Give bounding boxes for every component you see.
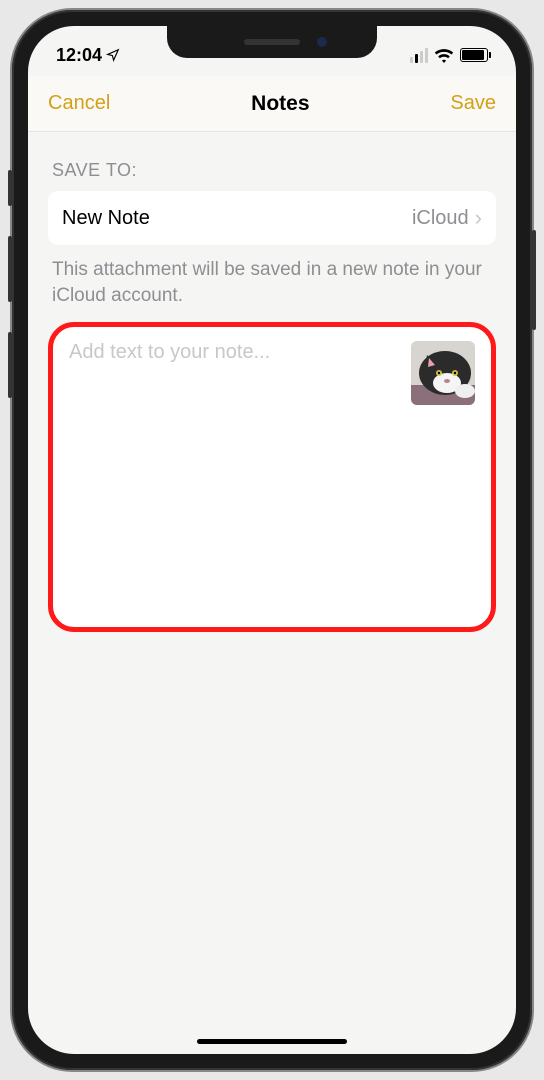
destination-description: This attachment will be saved in a new n… — [48, 257, 496, 308]
nav-title: Notes — [251, 92, 309, 116]
cellular-icon — [410, 48, 428, 63]
attachment-thumbnail[interactable] — [411, 341, 475, 405]
wifi-icon — [434, 48, 454, 63]
cancel-button[interactable]: Cancel — [48, 92, 110, 115]
notch — [167, 26, 377, 58]
content: SAVE TO: New Note iCloud › This attachme… — [28, 132, 516, 632]
destination-title: New Note — [62, 207, 150, 230]
home-indicator[interactable] — [197, 1039, 347, 1044]
location-icon — [106, 48, 120, 62]
screen: 12:04 Cancel Notes Save SAVE TO: — [28, 26, 516, 1054]
status-time: 12:04 — [56, 45, 102, 66]
note-compose-area[interactable]: Add text to your note... — [53, 327, 491, 627]
note-compose-area-highlight: Add text to your note... — [48, 322, 496, 632]
nav-bar: Cancel Notes Save — [28, 76, 516, 132]
save-to-label: SAVE TO: — [48, 160, 496, 181]
battery-icon — [460, 48, 488, 62]
chevron-right-icon: › — [475, 205, 482, 231]
phone-frame: 12:04 Cancel Notes Save SAVE TO: — [12, 10, 532, 1070]
save-button[interactable]: Save — [450, 92, 496, 115]
destination-account: iCloud — [412, 207, 469, 230]
note-placeholder: Add text to your note... — [69, 341, 270, 363]
destination-row[interactable]: New Note iCloud › — [48, 191, 496, 245]
